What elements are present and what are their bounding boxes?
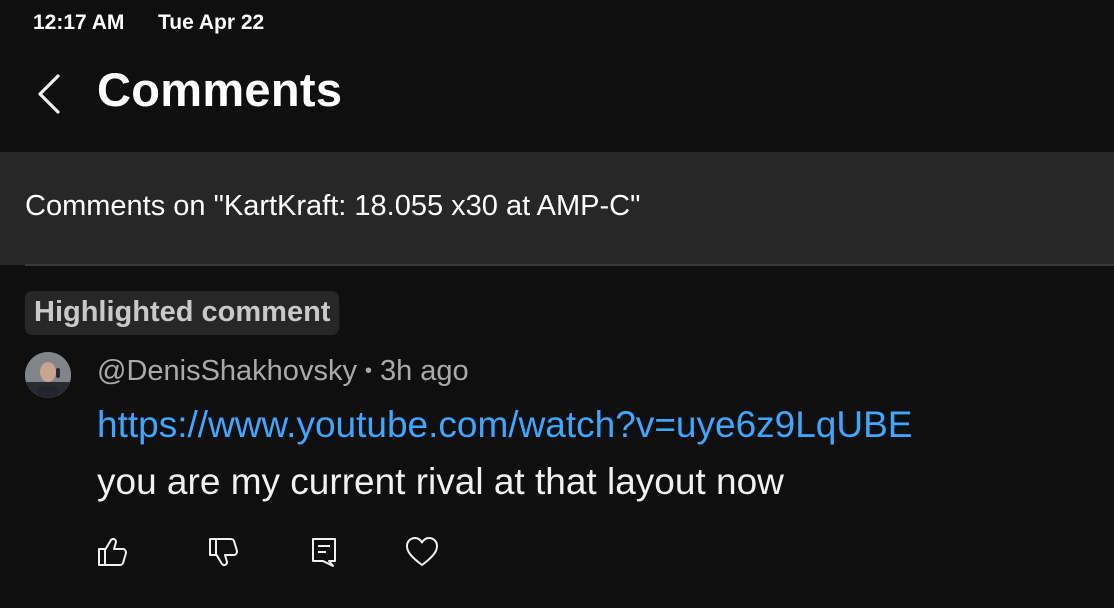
dislike-icon: [209, 538, 238, 567]
status-bar: 12:17 AM Tue Apr 22: [0, 0, 1114, 48]
chevron-left-icon: [38, 74, 60, 114]
dislike-button[interactable]: [206, 534, 242, 570]
heart-button[interactable]: [404, 534, 440, 570]
heart-icon: [406, 537, 438, 566]
reply-icon: [312, 538, 336, 567]
comment-text: you are my current rival at that layout …: [97, 461, 784, 502]
comment-meta: @DenisShakhovsky • 3h ago: [97, 355, 469, 388]
page-title: Comments: [97, 63, 343, 116]
avatar[interactable]: [25, 352, 71, 398]
video-title-text: Comments on "KartKraft: 18.055 x30 at AM…: [25, 190, 641, 222]
reply-button[interactable]: [306, 534, 342, 570]
comment-link[interactable]: https://www.youtube.com/watch?v=uye6z9Lq…: [97, 404, 912, 446]
meta-separator: •: [364, 360, 372, 382]
comment-time: 3h ago: [379, 355, 469, 387]
comment-author[interactable]: @DenisShakhovsky: [97, 355, 357, 387]
header: Comments: [0, 48, 1114, 152]
like-icon: [98, 537, 127, 566]
like-button[interactable]: [95, 534, 131, 570]
status-date: Tue Apr 22: [158, 11, 265, 34]
highlighted-comment-badge: Highlighted comment: [25, 291, 340, 335]
divider: [25, 264, 1114, 266]
back-button[interactable]: [28, 66, 68, 122]
video-title-banner: Comments on "KartKraft: 18.055 x30 at AM…: [0, 152, 1114, 265]
status-time: 12:17 AM: [33, 11, 125, 34]
